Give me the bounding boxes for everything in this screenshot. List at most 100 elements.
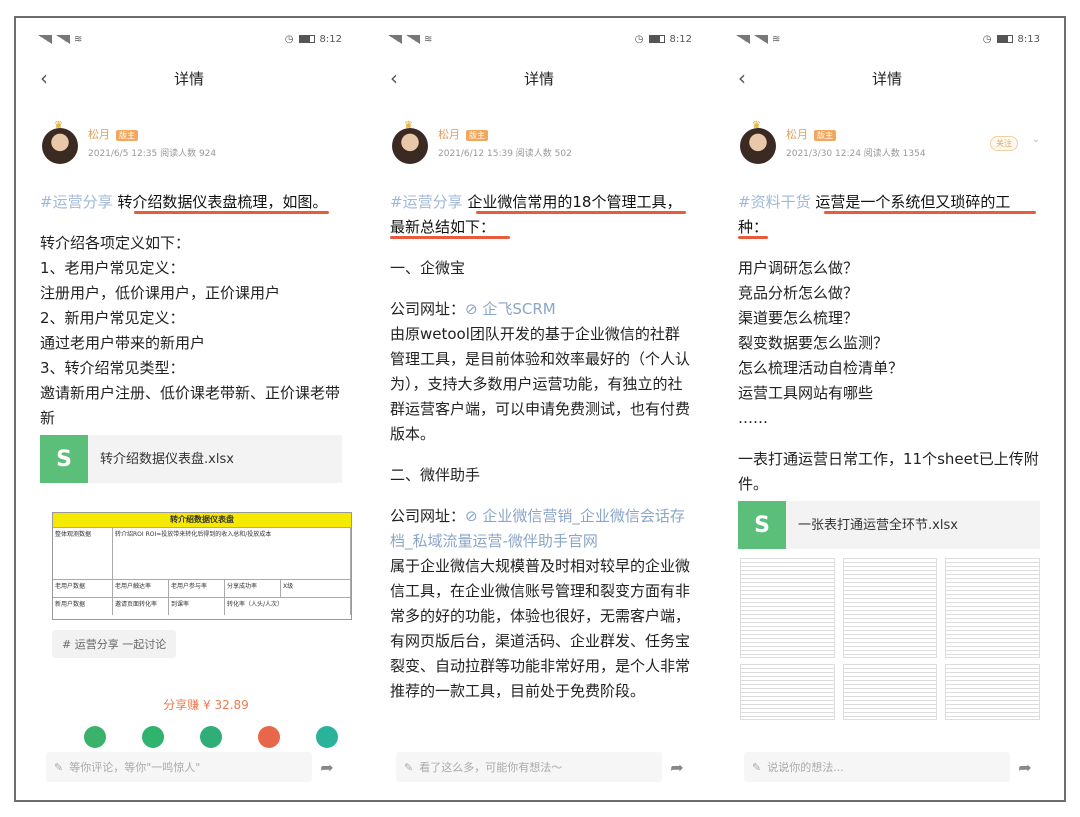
status-bar: ≋ ◷ 8:13 (736, 26, 1040, 52)
post-line: 裂变数据要怎么监测？ (738, 334, 889, 352)
page-title: 详情 (523, 69, 554, 88)
status-time: 8:13 (1017, 33, 1040, 45)
post-line: 邀请新用户注册、低价课老带新、正价课老带新 (40, 384, 341, 427)
battery-icon (298, 35, 315, 43)
comment-placeholder: 看了这么多，可能你有想法～ (419, 761, 563, 774)
chevron-down-icon[interactable]: ⌄ (1032, 134, 1040, 145)
sheet-preview[interactable] (740, 664, 1041, 720)
back-icon[interactable]: ‹ (390, 66, 398, 90)
comment-bar: ✎ 等你评论，等你"一鸣惊人" ➦ (46, 750, 342, 784)
site-link[interactable]: ⊘ 企飞SCRM (465, 300, 556, 318)
sheet-preview[interactable] (740, 558, 1041, 658)
red-underline (476, 211, 686, 214)
site-label: 公司网址： (390, 507, 466, 525)
comment-bar: ✎ 说说你的想法... ➦ (744, 750, 1040, 784)
crown-icon: ♛ (54, 120, 63, 131)
sheet-thumbnail (740, 558, 835, 658)
weibo-icon[interactable] (258, 726, 280, 748)
post-line: 用户调研怎么做？ (738, 259, 859, 277)
post-line: 2、新用户常见定义： (40, 309, 185, 327)
status-bar: ≋ ◷ 8:12 (38, 26, 342, 52)
page-title: 详情 (871, 69, 902, 88)
post-line: 转介绍各项定义如下： (40, 234, 191, 252)
author-block: ♛ 松月 版主 2021/3/30 12:24 阅读人数 1354 关注 ⌄ (740, 120, 1040, 170)
signal-icon (406, 34, 420, 44)
share-icon[interactable]: ➦ (1010, 758, 1040, 777)
comment-input[interactable]: ✎ 说说你的想法... (744, 752, 1010, 782)
signal-icon (38, 34, 52, 44)
post-content: #资料干货 运营是一个系统但又琐碎的工种： 用户调研怎么做？ 竞品分析怎么做？ … (738, 190, 1040, 549)
post-line: 通过老用户带来的新用户 (40, 334, 206, 352)
signal-icon (388, 34, 402, 44)
author-name[interactable]: 松月 (786, 128, 808, 141)
alarm-icon: ◷ (634, 33, 644, 45)
red-underline (134, 211, 329, 214)
nav-bar: ‹ 详情 (26, 58, 352, 98)
post-summary: 一表打通运营日常工作，11个sheet已上传附件。 (738, 450, 1039, 493)
link-icon[interactable] (200, 726, 222, 748)
pencil-icon: ✎ (752, 760, 762, 774)
phone-screen-2: ≋ ◷ 8:12 ‹ 详情 ♛ 松月 版主 2021/6/12 15:39 阅读人数… (376, 18, 702, 800)
avatar[interactable] (740, 128, 776, 164)
nav-bar: ‹ 详情 (376, 58, 702, 98)
post-line: 运营工具网站有哪些 (738, 384, 874, 402)
site-label: 公司网址： (390, 300, 466, 318)
status-bar: ≋ ◷ 8:12 (388, 26, 692, 52)
crown-icon: ♛ (752, 120, 761, 131)
sheet-cell: 邀请页面转化率 (113, 598, 169, 615)
sheet-cell: 整体观测数据 (53, 528, 113, 579)
attachment-file[interactable]: S 一张表打通运营全环节.xlsx (738, 501, 1040, 549)
pencil-icon: ✎ (54, 760, 64, 774)
qq-icon[interactable] (316, 726, 338, 748)
role-badge: 版主 (466, 130, 488, 141)
author-name[interactable]: 松月 (438, 128, 460, 141)
red-underline (390, 236, 510, 239)
spreadsheet-icon: S (40, 435, 88, 483)
status-time: 8:12 (669, 33, 692, 45)
comment-input[interactable]: ✎ 看了这么多，可能你有想法～ (396, 752, 662, 782)
avatar[interactable] (392, 128, 428, 164)
follow-button[interactable]: 关注 (990, 136, 1018, 151)
avatar[interactable] (42, 128, 78, 164)
post-line: …… (738, 409, 768, 427)
reward-text: 分享赚 ¥ 32.89 (163, 698, 249, 712)
sheet-cell: 老用户数据 (53, 580, 113, 597)
role-badge: 版主 (116, 130, 138, 141)
post-line: 竞品分析怎么做？ (738, 284, 859, 302)
alarm-icon: ◷ (284, 33, 294, 45)
phone-screen-1: ≋ ◷ 8:12 ‹ 详情 ♛ 松月 版主 2021/6/5 12:35 阅读人数 … (26, 18, 352, 800)
signal-icon (754, 34, 768, 44)
back-icon[interactable]: ‹ (40, 66, 48, 90)
crown-icon: ♛ (404, 120, 413, 131)
post-meta: 2021/3/30 12:24 阅读人数 1354 (786, 149, 926, 159)
wifi-icon: ≋ (772, 33, 781, 45)
comment-input[interactable]: ✎ 等你评论，等你"一鸣惊人" (46, 752, 312, 782)
sheet-cell: 到课率 (169, 598, 225, 615)
share-icon[interactable]: ➦ (312, 758, 342, 777)
sheet-preview[interactable]: 转介绍数据仪表盘 整体观测数据 转介绍ROI ROI=投放带来转化后得到的收入总和… (52, 512, 352, 620)
pencil-icon: ✎ (404, 760, 414, 774)
author-name[interactable]: 松月 (88, 128, 110, 141)
topic-tag[interactable]: #运营分享 (40, 193, 113, 211)
sheet-cell: X级 (281, 580, 351, 597)
sheet-cell: 老用户触达率 (113, 580, 169, 597)
topic-tag[interactable]: #资料干货 (738, 193, 811, 211)
topic-tag[interactable]: #运营分享 (390, 193, 463, 211)
comment-placeholder: 说说你的想法... (767, 761, 844, 774)
nav-bar: ‹ 详情 (724, 58, 1050, 98)
back-icon[interactable]: ‹ (738, 66, 746, 90)
post-line: 3、转介绍常见类型： (40, 359, 185, 377)
wechat-icon[interactable] (84, 726, 106, 748)
topic-chip[interactable]: # 运营分享 一起讨论 (52, 630, 177, 658)
post-line: 渠道要怎么梳理？ (738, 309, 859, 327)
moments-icon[interactable] (142, 726, 164, 748)
share-icon[interactable]: ➦ (662, 758, 692, 777)
sheet-thumbnail (842, 558, 938, 658)
red-underline (738, 236, 768, 239)
comment-placeholder: 等你评论，等你"一鸣惊人" (69, 761, 201, 774)
section-desc: 属于企业微信大规模普及时相对较早的企业微信工具，在企业微信账号管理和裂变方面有非… (390, 557, 691, 700)
attachment-file[interactable]: S 转介绍数据仪表盘.xlsx (40, 435, 342, 483)
alarm-icon: ◷ (982, 33, 992, 45)
sheet-thumbnail (842, 664, 938, 720)
spreadsheet-icon: S (738, 501, 786, 549)
